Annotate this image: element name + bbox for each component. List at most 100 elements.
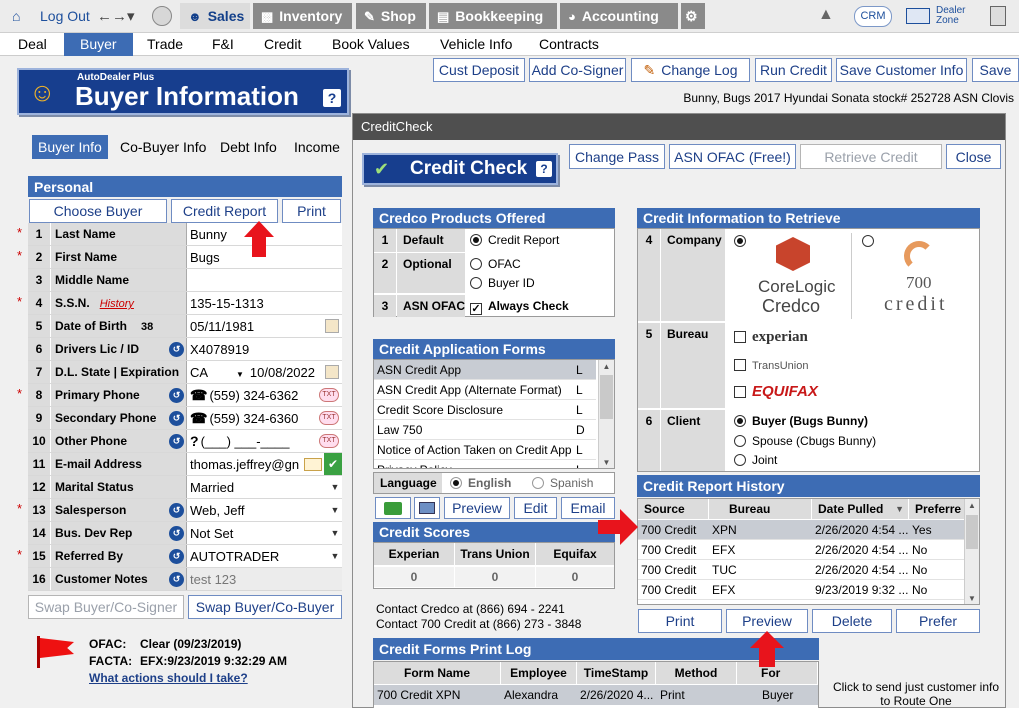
swap-buyer-cobuyer-button[interactable]: Swap Buyer/Co-Buyer bbox=[188, 595, 342, 619]
field-value[interactable]: ? TXT (___) ___-____ bbox=[186, 430, 342, 452]
list-item[interactable]: Privacy PolicyL bbox=[374, 460, 596, 468]
calendar-icon[interactable] bbox=[325, 365, 339, 379]
history-scrollbar[interactable]: ▲ ▼ bbox=[964, 499, 979, 604]
history-col-source[interactable]: Source bbox=[638, 499, 708, 519]
logout-link[interactable]: Log Out bbox=[40, 8, 90, 24]
chevron-down-icon[interactable]: ▼ bbox=[328, 476, 342, 498]
table-row[interactable]: 700 CreditXPN9/23/2019 9:32 ...No bbox=[638, 600, 965, 604]
lookup-arrow-icon[interactable]: ↺ bbox=[169, 411, 184, 426]
lookup-arrow-icon[interactable]: ↺ bbox=[169, 549, 184, 564]
field-value[interactable]: Not Set ▼ bbox=[186, 522, 342, 544]
table-row[interactable]: 700 Credit XPN 2/26/2020 4:54 ... Yes bbox=[638, 520, 965, 540]
list-item[interactable]: Notice of Action Taken on Credit App L bbox=[374, 440, 596, 460]
lookup-arrow-icon[interactable]: ↺ bbox=[169, 434, 184, 449]
tab-accounting[interactable]: ◕ Accounting bbox=[560, 3, 678, 29]
tab-inventory[interactable]: ▩ Inventory bbox=[253, 3, 352, 29]
history-delete-button[interactable]: Delete bbox=[812, 609, 892, 633]
save-button[interactable]: Save bbox=[972, 58, 1019, 82]
chevron-down-icon[interactable]: ▼ bbox=[328, 499, 342, 521]
menu-credit[interactable]: Credit bbox=[260, 33, 305, 56]
list-item[interactable]: ASN Credit App (Alternate Format) L bbox=[374, 380, 596, 400]
menu-vehicle-info[interactable]: Vehicle Info bbox=[436, 33, 516, 56]
field-value[interactable]: test 123 bbox=[186, 568, 342, 590]
credit-report-radio[interactable]: Credit Report bbox=[470, 229, 614, 252]
asn-ofac-button[interactable]: ASN OFAC (Free!) bbox=[669, 144, 796, 169]
print-button[interactable]: Print bbox=[282, 199, 341, 223]
printlog-col-employee[interactable]: Employee bbox=[501, 662, 576, 684]
table-row[interactable]: 700 Credit EFX 9/23/2019 9:32 ... No bbox=[638, 580, 965, 600]
printlog-col-form-name[interactable]: Form Name bbox=[374, 662, 500, 684]
field-value[interactable]: thomas.jeffrey@gn ✔ bbox=[186, 453, 342, 475]
calendar-icon[interactable] bbox=[325, 319, 339, 333]
client-joint-radio[interactable]: Joint bbox=[734, 451, 974, 470]
history-prefer-button[interactable]: Prefer bbox=[896, 609, 980, 633]
menu-contracts[interactable]: Contracts bbox=[535, 33, 603, 56]
client-buyer-radio[interactable]: Buyer (Bugs Bunny) bbox=[734, 412, 974, 431]
field-value[interactable]: Web, Jeff ▼ bbox=[186, 499, 342, 521]
field-value[interactable]: 05/11/1981 bbox=[186, 315, 342, 337]
what-actions-link[interactable]: What actions should I take? bbox=[89, 671, 248, 685]
bell-icon[interactable]: ▲ bbox=[818, 6, 834, 24]
run-credit-button[interactable]: Run Credit bbox=[755, 58, 832, 82]
user-face-icon[interactable] bbox=[152, 6, 172, 26]
forms-scrollbar[interactable]: ▲ ▼ bbox=[598, 360, 614, 468]
history-preview-button[interactable]: Preview bbox=[726, 609, 808, 633]
state-dropdown-icon[interactable]: ▼ bbox=[236, 370, 244, 379]
crm-button[interactable]: CRM bbox=[854, 6, 892, 27]
chevron-down-icon[interactable]: ▼ bbox=[328, 545, 342, 567]
printlog-col-timestamp[interactable]: TimeStamp bbox=[577, 662, 655, 684]
tab-sales[interactable]: ☻ Sales bbox=[180, 3, 250, 29]
subtab-debt-info[interactable]: Debt Info bbox=[214, 135, 283, 159]
lookup-arrow-icon[interactable]: ↺ bbox=[169, 526, 184, 541]
settings-gear-icon[interactable]: ⚙ bbox=[681, 3, 705, 29]
forms-edit-button[interactable]: Edit bbox=[514, 497, 557, 519]
field-value[interactable]: X4078919 bbox=[186, 338, 342, 360]
field-value[interactable]: Married ▼ bbox=[186, 476, 342, 498]
history-print-button[interactable]: Print bbox=[638, 609, 722, 633]
back-forward-arrows-icon[interactable]: ←→▾ bbox=[97, 7, 135, 25]
change-pass-button[interactable]: Change Pass bbox=[569, 144, 665, 169]
list-item[interactable]: ASN Credit App L bbox=[374, 360, 596, 380]
field-value[interactable] bbox=[186, 269, 342, 291]
credit-report-button[interactable]: Credit Report bbox=[171, 199, 278, 223]
transunion-checkbox[interactable]: TransUnion bbox=[734, 355, 974, 375]
client-spouse-radio[interactable]: Spouse (Cbugs Bunny) bbox=[734, 432, 974, 451]
table-row[interactable]: 700 Credit EFX 2/26/2020 4:54 ... No bbox=[638, 540, 965, 560]
lookup-arrow-icon[interactable]: ↺ bbox=[169, 572, 184, 587]
forms-preview-button[interactable]: Preview bbox=[444, 497, 510, 519]
tab-shop[interactable]: ✎ Shop bbox=[356, 3, 426, 29]
subtab-co-buyer-info[interactable]: Co-Buyer Info bbox=[114, 135, 212, 159]
change-log-button[interactable]: ✎ Change Log bbox=[631, 58, 750, 82]
text-message-icon[interactable]: TXT bbox=[319, 434, 339, 448]
ofac-radio[interactable]: OFAC bbox=[470, 255, 614, 274]
envelope-icon[interactable] bbox=[304, 458, 322, 471]
list-item[interactable]: Credit Score Disclosure L bbox=[374, 400, 596, 420]
equifax-checkbox[interactable]: EQUIFAX bbox=[734, 382, 974, 402]
lookup-arrow-icon[interactable]: ↺ bbox=[169, 388, 184, 403]
corelogic-credco-option[interactable]: CoreLogic Credco bbox=[730, 233, 852, 319]
menu-fi[interactable]: F&I bbox=[208, 33, 238, 56]
dl-expiration[interactable]: 10/08/2022 bbox=[250, 365, 315, 380]
700credit-option[interactable]: 700 credit bbox=[858, 233, 978, 319]
field-value[interactable]: AUTOTRADER ▼ bbox=[186, 545, 342, 567]
menu-trade[interactable]: Trade bbox=[143, 33, 187, 56]
field-value[interactable]: 135-15-1313 bbox=[186, 292, 342, 314]
home-icon[interactable]: ⌂ bbox=[12, 8, 20, 24]
menu-book-values[interactable]: Book Values bbox=[328, 33, 414, 56]
english-radio[interactable]: English bbox=[450, 476, 511, 490]
menu-buyer[interactable]: Buyer bbox=[64, 33, 133, 56]
printlog-col-method[interactable]: Method bbox=[656, 662, 736, 684]
lookup-arrow-icon[interactable]: ↺ bbox=[169, 503, 184, 518]
buyer-id-radio[interactable]: Buyer ID bbox=[470, 274, 614, 293]
table-row[interactable]: 700 Credit XPN Alexandra 2/26/2020 4... … bbox=[374, 685, 818, 705]
choose-buyer-button[interactable]: Choose Buyer bbox=[29, 199, 167, 223]
open-folder-button[interactable] bbox=[375, 497, 411, 519]
ssn-history-link[interactable]: History bbox=[100, 298, 134, 310]
table-row[interactable]: 700 Credit TUC 2/26/2020 4:54 ... No bbox=[638, 560, 965, 580]
lookup-arrow-icon[interactable]: ↺ bbox=[169, 342, 184, 357]
save-customer-info-button[interactable]: Save Customer Info bbox=[836, 58, 967, 82]
history-col-preferred[interactable]: Preferre bbox=[909, 499, 964, 519]
field-value[interactable]: ☎ TXT (559) 324-6360 bbox=[186, 407, 342, 429]
history-col-date-pulled[interactable]: Date Pulled ▼ bbox=[812, 499, 908, 519]
chevron-down-icon[interactable]: ▼ bbox=[328, 522, 342, 544]
